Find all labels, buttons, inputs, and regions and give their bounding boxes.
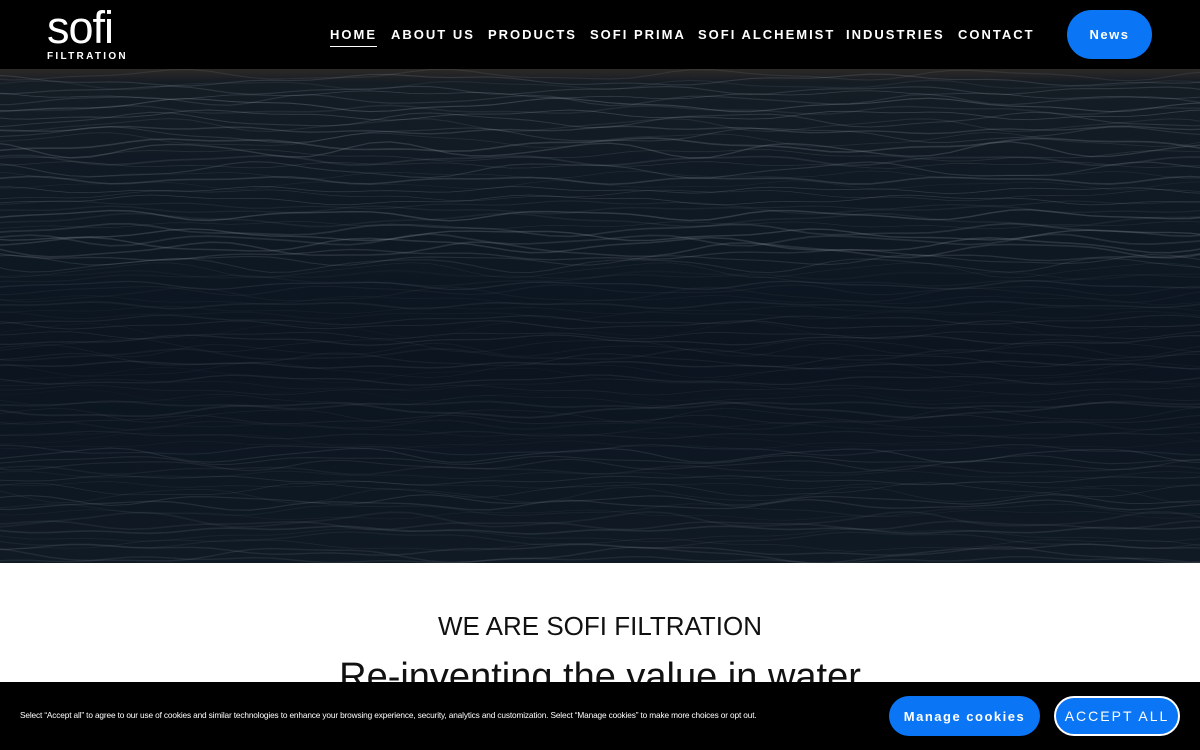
site-header: sofi FILTRATION HOME ABOUT US PRODUCTS S… bbox=[0, 0, 1200, 69]
logo-subtitle: FILTRATION bbox=[47, 51, 128, 62]
logo-wordmark: sofi bbox=[47, 2, 114, 53]
nav-contact[interactable]: CONTACT bbox=[958, 27, 1035, 42]
hero-water-image bbox=[0, 69, 1200, 563]
accept-all-button[interactable]: ACCEPT ALL bbox=[1054, 696, 1180, 736]
nav-home[interactable]: HOME bbox=[330, 27, 377, 47]
cookie-message: Select “Accept all” to agree to our use … bbox=[20, 710, 757, 720]
nav-industries[interactable]: INDUSTRIES bbox=[846, 27, 945, 42]
intro-kicker: WE ARE SOFI FILTRATION bbox=[437, 611, 763, 641]
manage-cookies-button[interactable]: Manage cookies bbox=[889, 696, 1040, 736]
water-waves-graphic bbox=[0, 69, 1200, 563]
news-button[interactable]: News bbox=[1067, 10, 1152, 59]
cookie-banner: Select “Accept all” to agree to our use … bbox=[0, 682, 1200, 750]
nav-about-us[interactable]: ABOUT US bbox=[391, 27, 475, 42]
nav-products[interactable]: PRODUCTS bbox=[488, 27, 577, 42]
nav-sofi-prima[interactable]: SOFI PRIMA bbox=[590, 27, 686, 42]
sofi-logo[interactable]: sofi FILTRATION bbox=[47, 2, 128, 62]
nav-sofi-alchemist[interactable]: SOFI ALCHEMIST bbox=[698, 27, 835, 42]
